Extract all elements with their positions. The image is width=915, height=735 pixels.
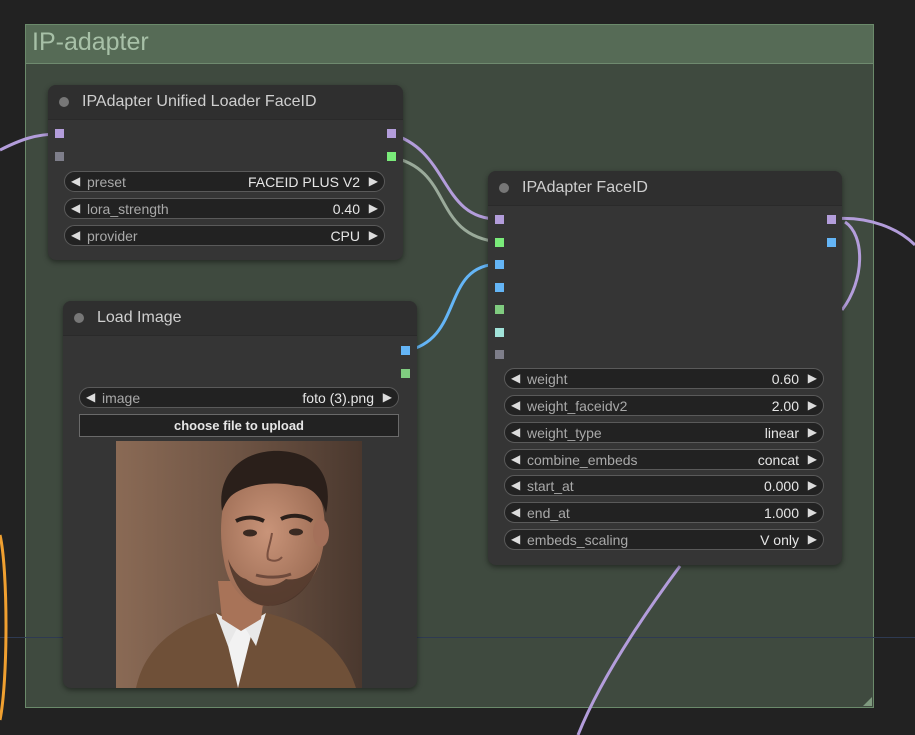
widget-start-at[interactable]: ◀ start_at 0.000 ▶	[504, 475, 824, 496]
widget-label: weight_faceidv2	[527, 398, 628, 414]
image-preview	[116, 441, 362, 688]
widget-image[interactable]: ◀ image foto (3).png ▶	[79, 387, 399, 408]
widget-value: 0.60	[771, 371, 799, 387]
arrow-left-icon[interactable]: ◀	[511, 398, 520, 412]
arrow-right-icon[interactable]: ▶	[808, 371, 817, 385]
widget-label: weight_type	[527, 425, 602, 441]
input-slot-attn-mask[interactable]	[495, 305, 504, 314]
input-slot-ipadapter[interactable]	[495, 238, 504, 247]
widget-label: lora_strength	[87, 201, 169, 217]
input-slot-ipadapter[interactable]	[55, 152, 64, 161]
output-slot-model[interactable]	[827, 215, 836, 224]
portrait-photo	[116, 441, 362, 688]
widget-label: start_at	[527, 478, 574, 494]
widget-value: foto (3).png	[302, 390, 374, 406]
widget-value: linear	[764, 425, 799, 441]
widget-value: concat	[757, 452, 799, 468]
group-title: IP-adapter	[32, 28, 149, 56]
arrow-left-icon[interactable]: ◀	[86, 390, 95, 404]
input-slot-image[interactable]	[495, 260, 504, 269]
widget-weight[interactable]: ◀ weight 0.60 ▶	[504, 368, 824, 389]
input-slot-model[interactable]	[495, 215, 504, 224]
widget-label: preset	[87, 174, 126, 190]
node-ipadapter-unified-loader-faceid[interactable]: IPAdapter Unified Loader FaceID ◀ preset…	[48, 85, 403, 260]
node-header[interactable]: Load Image	[63, 301, 417, 336]
widget-value: CPU	[330, 228, 360, 244]
widget-weight-type[interactable]: ◀ weight_type linear ▶	[504, 422, 824, 443]
widget-label: weight	[527, 371, 568, 387]
widget-label: provider	[87, 228, 138, 244]
node-header[interactable]: IPAdapter FaceID	[488, 171, 842, 206]
arrow-left-icon[interactable]: ◀	[71, 228, 80, 242]
widget-label: end_at	[527, 505, 570, 521]
arrow-right-icon[interactable]: ▶	[808, 478, 817, 492]
widget-end-at[interactable]: ◀ end_at 1.000 ▶	[504, 502, 824, 523]
widget-provider[interactable]: ◀ provider CPU ▶	[64, 225, 385, 246]
node-ipadapter-faceid[interactable]: IPAdapter FaceID ◀ weight 0.60 ▶ ◀ weigh…	[488, 171, 842, 565]
arrow-right-icon[interactable]: ▶	[808, 452, 817, 466]
input-slot-model[interactable]	[55, 129, 64, 138]
widget-value: FACEID PLUS V2	[247, 174, 360, 190]
node-title: IPAdapter Unified Loader FaceID	[82, 93, 317, 110]
graph-canvas[interactable]: IP-adapter IPAdapter Unified Loader Face…	[0, 0, 915, 735]
arrow-right-icon[interactable]: ▶	[383, 390, 392, 404]
wire-orange-left	[0, 534, 8, 721]
input-slot-insightface[interactable]	[495, 350, 504, 359]
arrow-left-icon[interactable]: ◀	[71, 201, 80, 215]
arrow-right-icon[interactable]: ▶	[369, 201, 378, 215]
widget-preset[interactable]: ◀ preset FACEID PLUS V2 ▶	[64, 171, 385, 192]
node-title: IPAdapter FaceID	[522, 179, 648, 196]
arrow-left-icon[interactable]: ◀	[511, 371, 520, 385]
widget-combine-embeds[interactable]: ◀ combine_embeds concat ▶	[504, 449, 824, 470]
widget-label: image	[102, 390, 141, 406]
group-resize-handle[interactable]	[863, 697, 872, 706]
arrow-left-icon[interactable]: ◀	[511, 452, 520, 466]
widget-lora-strength[interactable]: ◀ lora_strength 0.40 ▶	[64, 198, 385, 219]
node-header[interactable]: IPAdapter Unified Loader FaceID	[48, 85, 403, 120]
arrow-left-icon[interactable]: ◀	[511, 478, 520, 492]
status-dot-icon[interactable]	[74, 313, 84, 323]
status-dot-icon[interactable]	[499, 183, 509, 193]
status-dot-icon[interactable]	[59, 97, 69, 107]
arrow-right-icon[interactable]: ▶	[808, 425, 817, 439]
widget-value: 2.00	[771, 398, 799, 414]
widget-value: 0.000	[763, 478, 799, 494]
input-slot-image-negative[interactable]	[495, 283, 504, 292]
arrow-right-icon[interactable]: ▶	[369, 228, 378, 242]
arrow-right-icon[interactable]: ▶	[808, 505, 817, 519]
widget-value: 0.40	[332, 201, 360, 217]
arrow-right-icon[interactable]: ▶	[369, 174, 378, 188]
output-slot-image[interactable]	[401, 346, 410, 355]
arrow-left-icon[interactable]: ◀	[71, 174, 80, 188]
choose-file-button[interactable]: choose file to upload	[79, 414, 399, 437]
widget-value: 1.000	[763, 505, 799, 521]
output-slot-face-image[interactable]	[827, 238, 836, 247]
output-slot-ipadapter[interactable]	[387, 152, 396, 161]
arrow-right-icon[interactable]: ▶	[808, 398, 817, 412]
output-slot-model[interactable]	[387, 129, 396, 138]
arrow-left-icon[interactable]: ◀	[511, 532, 520, 546]
arrow-right-icon[interactable]: ▶	[808, 532, 817, 546]
widget-label: embeds_scaling	[527, 532, 629, 548]
input-slot-clip-vision[interactable]	[495, 328, 504, 337]
group-header[interactable]: IP-adapter	[26, 25, 873, 64]
arrow-left-icon[interactable]: ◀	[511, 505, 520, 519]
widget-value: V only	[760, 532, 799, 548]
node-title: Load Image	[97, 309, 182, 326]
arrow-left-icon[interactable]: ◀	[511, 425, 520, 439]
widget-embeds-scaling[interactable]: ◀ embeds_scaling V only ▶	[504, 529, 824, 550]
widget-label: combine_embeds	[527, 452, 638, 468]
output-slot-mask[interactable]	[401, 369, 410, 378]
widget-weight-faceidv2[interactable]: ◀ weight_faceidv2 2.00 ▶	[504, 395, 824, 416]
